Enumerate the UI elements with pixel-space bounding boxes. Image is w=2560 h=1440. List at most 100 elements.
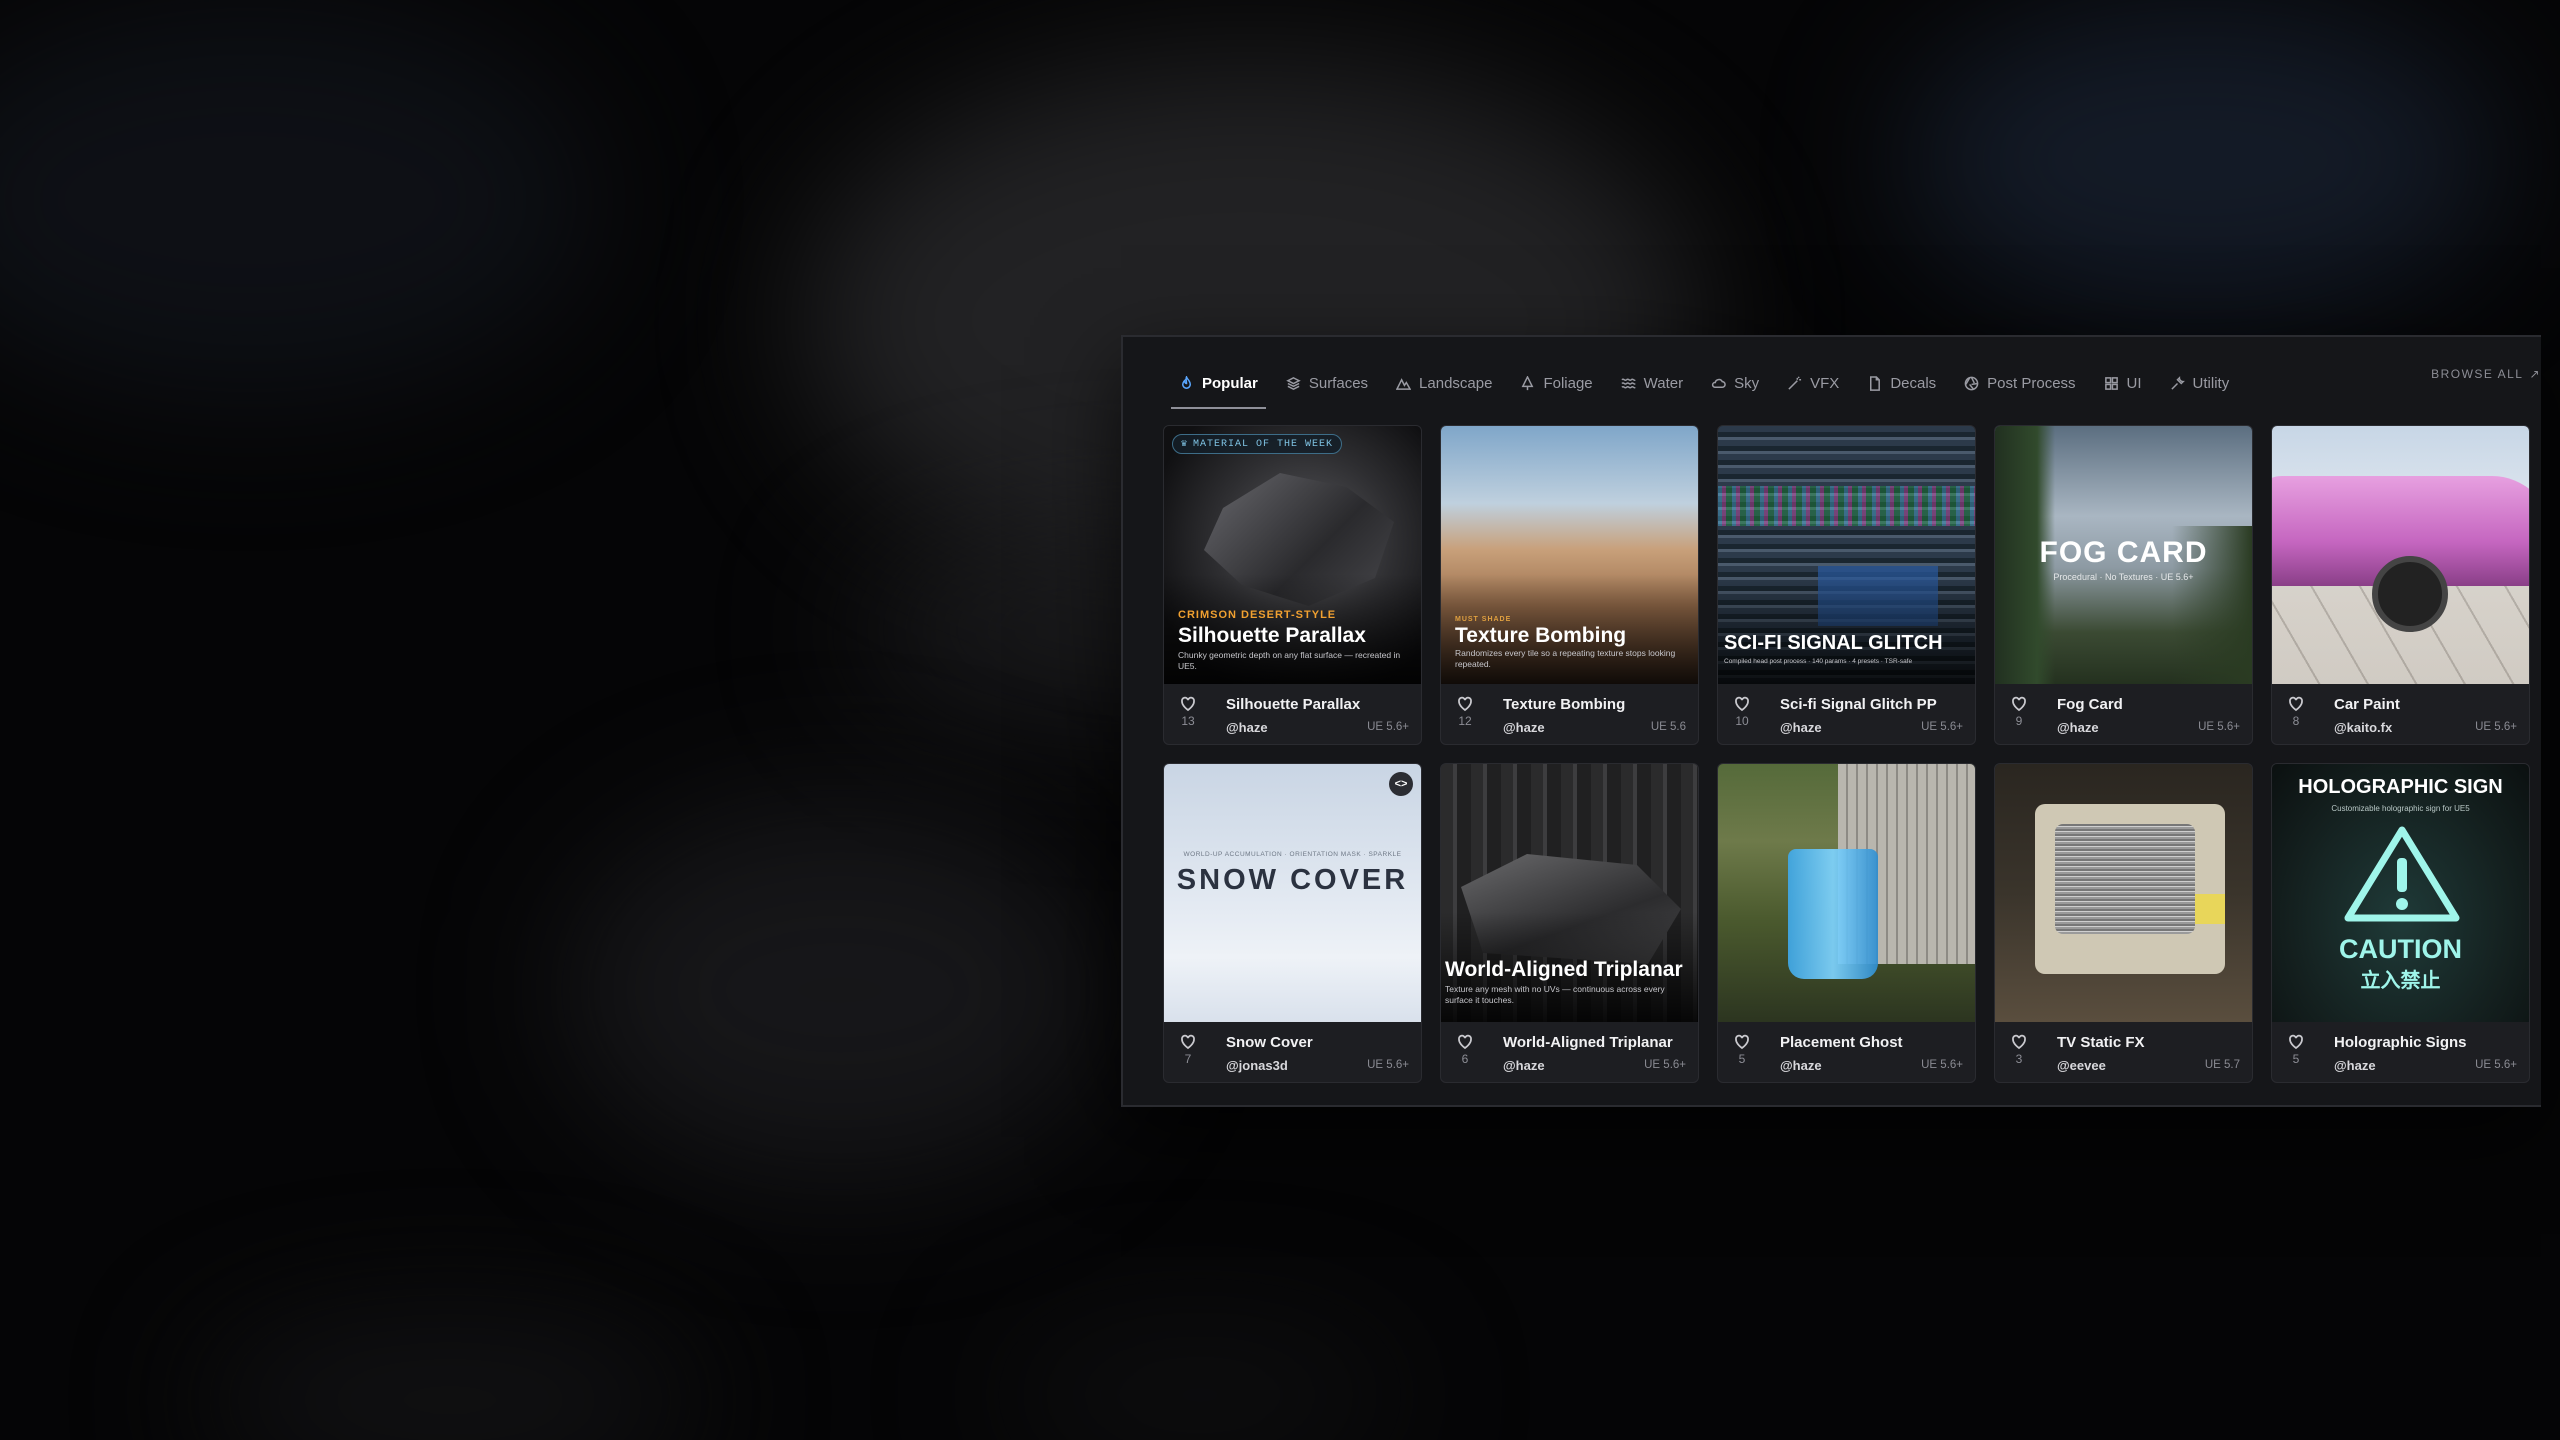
like-count: 5 — [2292, 1052, 2300, 1066]
material-card[interactable]: 5 Placement Ghost @haze UE 5.6+ — [1717, 763, 1976, 1083]
material-name[interactable]: Car Paint — [2334, 696, 2400, 713]
card-thumbnail[interactable]: ♛ MATERIAL OF THE WEEK CRIMSON DESERT-ST… — [1164, 426, 1421, 684]
author-handle[interactable]: @kaito.fx — [2334, 720, 2392, 735]
tab-surfaces[interactable]: Surfaces — [1272, 363, 1382, 403]
author-handle[interactable]: @jonas3d — [1226, 1058, 1288, 1073]
tab-label: VFX — [1810, 374, 1840, 392]
material-card[interactable]: HOLOGRAPHIC SIGN Customizable holographi… — [2271, 763, 2530, 1083]
tab-sky[interactable]: Sky — [1697, 363, 1773, 403]
author-handle[interactable]: @haze — [1503, 720, 1545, 735]
like-button[interactable]: 6 — [1453, 1034, 1477, 1066]
glitch-band — [1718, 486, 1975, 526]
engine-version: UE 5.6+ — [2475, 721, 2517, 733]
card-thumbnail[interactable] — [1995, 764, 2252, 1022]
browse-all-link[interactable]: BROWSE ALL ↗ — [2431, 367, 2541, 381]
thumb-gradient — [1718, 574, 1975, 684]
author-handle[interactable]: @haze — [2057, 720, 2099, 735]
like-button[interactable]: 7 — [1176, 1034, 1200, 1066]
card-thumbnail[interactable] — [1718, 764, 1975, 1022]
material-card[interactable]: 8 Car Paint @kaito.fx UE 5.6+ — [2271, 425, 2530, 745]
tab-popular[interactable]: Popular — [1165, 363, 1272, 409]
card-meta: 5 Holographic Signs @haze UE 5.6+ — [2272, 1022, 2529, 1082]
like-button[interactable]: 3 — [2007, 1034, 2031, 1066]
like-button[interactable]: 12 — [1453, 696, 1477, 728]
like-count: 12 — [1458, 714, 1472, 728]
tab-label: Sky — [1734, 374, 1760, 392]
card-meta: 12 Texture Bombing @haze UE 5.6 — [1441, 684, 1698, 744]
tab-water[interactable]: Water — [1607, 363, 1697, 403]
material-card[interactable]: SCI-FI SIGNAL GLITCH Compiled head post … — [1717, 425, 1976, 745]
tab-vfx[interactable]: VFX — [1773, 363, 1853, 403]
tab-landscape[interactable]: Landscape — [1382, 363, 1506, 403]
author-handle[interactable]: @haze — [1780, 1058, 1822, 1073]
card-meta: 3 TV Static FX @eevee UE 5.7 — [1995, 1022, 2252, 1082]
material-name[interactable]: Texture Bombing — [1503, 696, 1625, 713]
card-thumbnail[interactable] — [2272, 426, 2529, 684]
warning-triangle-icon — [2344, 826, 2460, 922]
like-button[interactable]: 5 — [1730, 1034, 1754, 1066]
badge-label: MATERIAL OF THE WEEK — [1193, 438, 1334, 450]
thumb-title: World-Aligned Triplanar — [1445, 958, 1683, 981]
like-button[interactable]: 10 — [1730, 696, 1754, 728]
material-card[interactable]: World-Aligned Triplanar Texture any mesh… — [1440, 763, 1699, 1083]
caution-text: CAUTION — [2339, 934, 2462, 964]
material-card[interactable]: <> WORLD-UP ACCUMULATION · ORIENTATION M… — [1163, 763, 1422, 1083]
japanese-sign-text: 立入禁止 — [2360, 970, 2441, 992]
material-name[interactable]: World-Aligned Triplanar — [1503, 1034, 1673, 1051]
engine-version: UE 5.6+ — [1367, 1059, 1409, 1071]
material-card[interactable]: MUST SHADE Texture Bombing Randomizes ev… — [1440, 425, 1699, 745]
material-name[interactable]: TV Static FX — [2057, 1034, 2145, 1051]
wand-icon — [1788, 375, 1802, 390]
heart-icon — [1181, 696, 1195, 712]
material-card[interactable]: 3 TV Static FX @eevee UE 5.7 — [1994, 763, 2253, 1083]
thumb-title: Silhouette Parallax — [1178, 624, 1366, 647]
like-button[interactable]: 9 — [2007, 696, 2031, 728]
thumb-kicker: MUST SHADE — [1455, 616, 1512, 623]
tab-utility[interactable]: Utility — [2156, 363, 2244, 403]
card-thumbnail[interactable]: HOLOGRAPHIC SIGN Customizable holographi… — [2272, 764, 2529, 1022]
mountain-icon — [1396, 377, 1412, 390]
engine-version: UE 5.6+ — [2475, 1059, 2517, 1071]
author-handle[interactable]: @haze — [1226, 720, 1268, 735]
like-count: 13 — [1181, 714, 1195, 728]
card-thumbnail[interactable]: World-Aligned Triplanar Texture any mesh… — [1441, 764, 1698, 1022]
like-count: 5 — [1738, 1052, 1746, 1066]
card-meta: 8 Car Paint @kaito.fx UE 5.6+ — [2272, 684, 2529, 744]
engine-version: UE 5.6+ — [2198, 721, 2240, 733]
material-name[interactable]: Holographic Signs — [2334, 1034, 2467, 1051]
material-card[interactable]: ♛ MATERIAL OF THE WEEK CRIMSON DESERT-ST… — [1163, 425, 1422, 745]
tab-decals[interactable]: Decals — [1853, 363, 1950, 403]
author-handle[interactable]: @haze — [2334, 1058, 2376, 1073]
like-button[interactable]: 13 — [1176, 696, 1200, 728]
heart-icon — [1458, 696, 1472, 712]
like-button[interactable]: 5 — [2284, 1034, 2308, 1066]
card-thumbnail[interactable]: MUST SHADE Texture Bombing Randomizes ev… — [1441, 426, 1698, 684]
thumb-desc: Customizable holographic sign for UE5 — [2331, 804, 2470, 813]
material-name[interactable]: Snow Cover — [1226, 1034, 1313, 1051]
tab-foliage[interactable]: Foliage — [1506, 363, 1606, 403]
material-name[interactable]: Placement Ghost — [1780, 1034, 1903, 1051]
code-icon[interactable]: <> — [1389, 772, 1413, 796]
material-name[interactable]: Sci-fi Signal Glitch PP — [1780, 696, 1937, 713]
card-thumbnail[interactable]: <> WORLD-UP ACCUMULATION · ORIENTATION M… — [1164, 764, 1421, 1022]
layers-icon — [1286, 376, 1301, 390]
material-name[interactable]: Fog Card — [2057, 696, 2123, 713]
engine-version: UE 5.6+ — [1644, 1059, 1686, 1071]
thumb-title: SNOW COVER — [1176, 864, 1409, 896]
like-button[interactable]: 8 — [2284, 696, 2308, 728]
card-meta: 13 Silhouette Parallax @haze UE 5.6+ — [1164, 684, 1421, 744]
card-thumbnail[interactable]: FOG CARD Procedural · No Textures · UE 5… — [1995, 426, 2252, 684]
grid-icon — [2104, 376, 2118, 390]
tab-post-process[interactable]: Post Process — [1950, 363, 2089, 403]
card-thumbnail[interactable]: SCI-FI SIGNAL GLITCH Compiled head post … — [1718, 426, 1975, 684]
author-handle[interactable]: @eevee — [2057, 1058, 2106, 1073]
author-handle[interactable]: @haze — [1780, 720, 1822, 735]
ghost-cup — [1788, 849, 1878, 979]
arrow-up-right-icon: ↗ — [2529, 367, 2541, 381]
heart-icon — [2012, 1034, 2026, 1050]
tab-ui[interactable]: UI — [2090, 363, 2156, 403]
thumb-desc: Procedural · No Textures · UE 5.6+ — [2053, 572, 2194, 582]
material-card[interactable]: FOG CARD Procedural · No Textures · UE 5… — [1994, 425, 2253, 745]
material-name[interactable]: Silhouette Parallax — [1226, 696, 1360, 713]
author-handle[interactable]: @haze — [1503, 1058, 1545, 1073]
